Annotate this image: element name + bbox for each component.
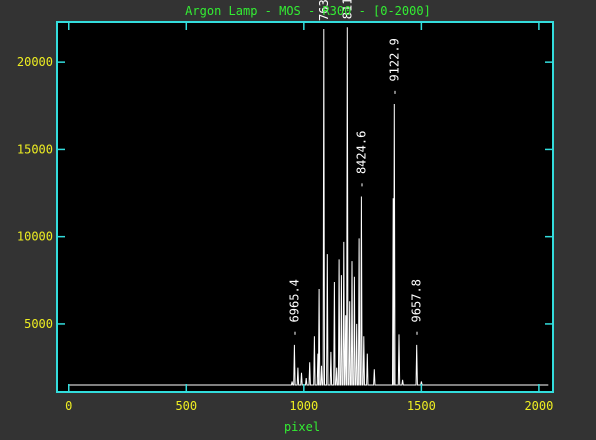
x-tick-label: 1000	[289, 399, 318, 413]
line-annotation: - 6965.4	[287, 279, 301, 337]
x-tick-label: 2000	[524, 399, 553, 413]
chart: - 6965.47635.1 -8115.3 -- 8424.6- 9122.9…	[0, 0, 596, 440]
x-tick-label: 500	[175, 399, 197, 413]
y-tick-label: 10000	[17, 230, 53, 244]
chart-svg: - 6965.47635.1 -8115.3 -- 8424.6- 9122.9…	[0, 0, 596, 440]
y-tick-label: 20000	[17, 55, 53, 69]
chart-title: Argon Lamp - MOS - R300 - [0-2000]	[185, 4, 431, 18]
plot-area	[57, 22, 553, 392]
x-axis-label: pixel	[284, 420, 320, 434]
x-tick-label: 1500	[407, 399, 436, 413]
y-tick-label: 5000	[24, 317, 53, 331]
line-annotation: - 9657.8	[410, 279, 424, 337]
y-tick-label: 15000	[17, 142, 53, 156]
line-annotation: - 9122.9	[387, 38, 401, 96]
line-annotation: - 8424.6	[354, 131, 368, 189]
x-tick-label: 0	[65, 399, 72, 413]
